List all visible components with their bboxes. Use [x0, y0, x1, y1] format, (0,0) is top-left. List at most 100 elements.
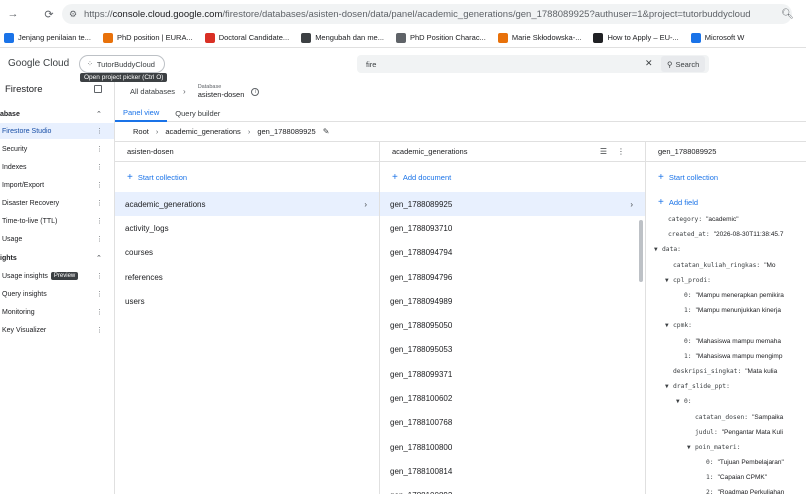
sidebar-item-monitoring[interactable]: Monitoring ⋮ — [0, 304, 114, 320]
more-vert-icon[interactable]: ⋮ — [617, 147, 635, 156]
list-item[interactable]: academic_generations › — [115, 192, 379, 217]
start-collection-button[interactable]: + Start collection — [646, 162, 806, 192]
bookmark-item[interactable]: PhD Position Charac... — [395, 32, 486, 43]
more-vert-icon[interactable]: ⋮ — [96, 181, 103, 189]
list-item[interactable]: gen_1788100892 — [380, 484, 645, 494]
list-item[interactable]: gen_1788095050 — [380, 313, 645, 337]
list-item[interactable]: gen_1788094796 — [380, 265, 645, 289]
bookmark-item[interactable]: Jenjang penilaian te... — [4, 32, 91, 43]
list-item[interactable]: gen_1788094989 — [380, 289, 645, 313]
field-row[interactable]: catatan_dosen: "Sampaika — [646, 409, 806, 424]
list-item[interactable]: gen_1788100602 — [380, 386, 645, 410]
field-row[interactable]: ▼ cpmk: — [646, 318, 806, 333]
info-icon[interactable]: i — [251, 87, 260, 96]
zoom-icon[interactable]: 🔍︎ — [781, 9, 794, 20]
sidebar-section-header[interactable]: ights ⌃ — [0, 250, 115, 266]
address-bar[interactable]: ⚙ https://console.cloud.google.com/fires… — [62, 4, 792, 24]
expand-toggle-icon[interactable]: ▼ — [665, 322, 673, 329]
list-item[interactable]: gen_1788093710 — [380, 216, 645, 240]
field-row[interactable]: deskripsi_singkat: "Mata kulia — [646, 364, 806, 379]
field-row[interactable]: ▼ draf_slide_ppt: — [646, 379, 806, 394]
expand-toggle-icon[interactable]: ▼ — [687, 444, 695, 451]
field-row[interactable]: 0: "Tujuan Pembelajaran" — [646, 455, 806, 470]
edit-path-icon[interactable]: ✎ — [323, 127, 330, 136]
field-row[interactable]: 2: "Roadmap Perkuliahan — [646, 485, 806, 494]
sidebar-item-disaster-recovery[interactable]: Disaster Recovery ⋮ — [0, 195, 114, 211]
expand-toggle-icon[interactable]: ▼ — [665, 277, 673, 284]
list-item[interactable]: courses — [115, 241, 379, 265]
field-row[interactable]: ▼ poin_materi: — [646, 440, 806, 455]
expand-toggle-icon[interactable]: ▼ — [665, 383, 673, 390]
sidebar-item-import-export[interactable]: Import/Export ⋮ — [0, 177, 114, 193]
field-row[interactable]: 1: "Mahasiswa mampu mengimp — [646, 349, 806, 364]
bookmark-item[interactable]: PhD position | EURA... — [102, 32, 193, 43]
field-row[interactable]: ▼ 0: — [646, 394, 806, 409]
path-root[interactable]: Root — [133, 127, 149, 136]
site-settings-icon[interactable]: ⚙ — [62, 9, 84, 20]
bookmark-item[interactable]: Mengubah dan me... — [301, 32, 384, 43]
bookmark-item[interactable]: Doctoral Candidate... — [204, 32, 289, 43]
more-vert-icon[interactable]: ⋮ — [96, 145, 103, 153]
list-item[interactable]: references — [115, 265, 379, 289]
sidebar-item-time-to-live-ttl[interactable]: Time-to-live (TTL) ⋮ — [0, 213, 114, 229]
more-vert-icon[interactable]: ⋮ — [96, 199, 103, 207]
more-vert-icon[interactable]: ⋮ — [96, 326, 103, 334]
list-item[interactable]: gen_1788100814 — [380, 459, 645, 483]
tab-panel-view[interactable]: Panel view — [115, 104, 168, 122]
reload-icon[interactable]: ⟳ — [40, 8, 58, 21]
google-cloud-logo[interactable]: Google Cloud — [8, 58, 69, 69]
sidebar-item-usage-insights[interactable]: Usage insights Preview ⋮ — [0, 268, 114, 284]
expand-toggle-icon[interactable]: ▼ — [676, 398, 684, 405]
search-button[interactable]: ⚲ Search — [661, 56, 706, 72]
clear-search-icon[interactable]: ✕ — [645, 58, 653, 69]
field-row[interactable]: 0: "Mahasiswa mampu memaha — [646, 334, 806, 349]
field-row[interactable]: catatan_kuliah_ringkas: "Mo — [646, 258, 806, 273]
sidebar-item-usage[interactable]: Usage ⋮ — [0, 231, 114, 247]
list-item[interactable]: gen_1788095053 — [380, 338, 645, 362]
expand-toggle-icon[interactable]: ▼ — [654, 246, 662, 253]
field-row[interactable]: category: "academic" — [646, 212, 806, 227]
list-item[interactable]: activity_logs — [115, 216, 379, 240]
list-item[interactable]: gen_1788089925 › — [380, 192, 645, 217]
more-vert-icon[interactable]: ⋮ — [96, 217, 103, 225]
field-row[interactable]: 1: "Capaian CPMK" — [646, 470, 806, 485]
bookmark-item[interactable]: Marie Skłodowska-... — [497, 32, 581, 43]
list-item[interactable]: gen_1788100768 — [380, 411, 645, 435]
bookmark-item[interactable]: How to Apply – EU-... — [593, 32, 679, 43]
add-document-button[interactable]: + Add document — [380, 162, 645, 192]
list-item[interactable]: gen_1788100800 — [380, 435, 645, 459]
path-collection[interactable]: academic_generations — [165, 127, 240, 136]
field-row[interactable]: created_at: "2026-08-30T11:38:45.7 — [646, 227, 806, 242]
project-picker-button[interactable]: ⁘ TutorBuddyCloud — [79, 55, 165, 73]
start-collection-button[interactable]: + Start collection — [115, 162, 379, 192]
list-item[interactable]: gen_1788094794 — [380, 241, 645, 265]
more-vert-icon[interactable]: ⋮ — [96, 308, 103, 316]
more-vert-icon[interactable]: ⋮ — [96, 163, 103, 171]
field-row[interactable]: judul: "Pengantar Mata Kuli — [646, 425, 806, 440]
field-row[interactable]: 0: "Mampu menerapkan pemikira — [646, 288, 806, 303]
sidebar-item-query-insights[interactable]: Query insights ⋮ — [0, 286, 114, 302]
sidebar-item-firestore-studio[interactable]: Firestore Studio ⋮ — [0, 123, 114, 139]
forward-icon[interactable]: → — [4, 8, 22, 20]
breadcrumb-database[interactable]: Database asisten-dosen — [198, 84, 245, 99]
collapse-sidebar-icon[interactable] — [94, 85, 102, 93]
add-field-button[interactable]: + Add field — [646, 192, 806, 212]
sidebar-section-header[interactable]: abase ⌃ — [0, 106, 115, 122]
sidebar-item-indexes[interactable]: Indexes ⋮ — [0, 159, 114, 175]
path-document[interactable]: gen_1788089925 — [257, 127, 315, 136]
search-input[interactable]: fire — [357, 55, 709, 73]
list-item[interactable]: gen_1788099371 — [380, 362, 645, 386]
more-vert-icon[interactable]: ⋮ — [96, 272, 103, 280]
more-vert-icon[interactable]: ⋮ — [96, 235, 103, 243]
more-vert-icon[interactable]: ⋮ — [96, 290, 103, 298]
list-item[interactable]: users — [115, 289, 379, 313]
bookmark-item[interactable]: Microsoft W — [690, 32, 744, 43]
sidebar-item-key-visualizer[interactable]: Key Visualizer ⋮ — [0, 322, 114, 338]
field-row[interactable]: 1: "Mampu menunjukkan kinerja — [646, 303, 806, 318]
field-row[interactable]: ▼ cpl_prodi: — [646, 273, 806, 288]
tab-query-builder[interactable]: Query builder — [167, 104, 228, 122]
breadcrumb-all-databases[interactable]: All databases — [130, 87, 175, 96]
filter-icon[interactable]: ☰ — [600, 147, 617, 156]
field-row[interactable]: ▼ data: — [646, 242, 806, 257]
scrollbar[interactable] — [639, 220, 643, 282]
